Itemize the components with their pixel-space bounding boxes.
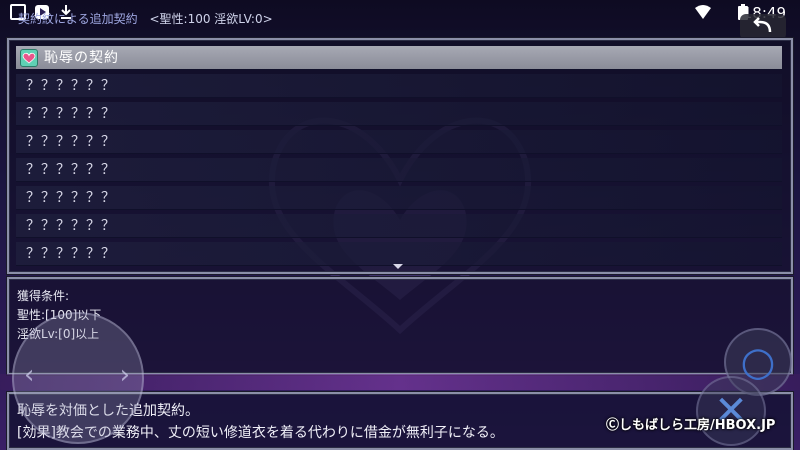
dpad-right-icon[interactable]: › (120, 360, 130, 390)
virtual-dpad[interactable]: ‹ › (12, 312, 144, 444)
conditions-heading: 獲得条件: (17, 289, 70, 303)
contract-item-label: 恥辱の契約 (44, 50, 119, 66)
contract-item-locked[interactable]: ？？？？？？ (16, 102, 782, 126)
contract-list-panel: 恥辱の契約 ？？？？？？ ？？？？？？ ？？？？？？ ？？？？？？ ？？？？？？… (7, 38, 793, 274)
contract-item-locked[interactable]: ？？？？？？ (16, 214, 782, 238)
contract-item-locked[interactable]: ？？？？？？ (16, 74, 782, 98)
scroll-down-indicator-icon[interactable] (393, 264, 403, 269)
contract-item-locked[interactable]: ？？？？？？ (16, 186, 782, 210)
screen-title: 契約紋による追加契約 (18, 12, 138, 26)
copyright-notice: Ⓒしもばしら工房/HBOX.JP (606, 418, 776, 433)
back-arrow-icon (753, 17, 772, 33)
dpad-left-icon[interactable]: ‹ (24, 360, 34, 390)
contract-item-locked[interactable]: ？？？？？？ (16, 158, 782, 182)
header-line: 契約紋による追加契約 <聖性:100 淫欲LV:0> (18, 10, 273, 27)
wifi-icon (694, 4, 711, 20)
cross-icon: ✕ (714, 388, 748, 434)
contract-item-locked[interactable]: ？？？？？？ (16, 130, 782, 154)
cross-button[interactable]: ✕ (696, 376, 766, 446)
contract-item-selected[interactable]: 恥辱の契約 (16, 46, 782, 70)
back-button[interactable] (740, 14, 786, 40)
stats-readout: <聖性:100 淫欲LV:0> (149, 12, 273, 26)
contract-item-locked[interactable]: ？？？？？？ (16, 242, 782, 266)
heart-icon (20, 49, 38, 67)
